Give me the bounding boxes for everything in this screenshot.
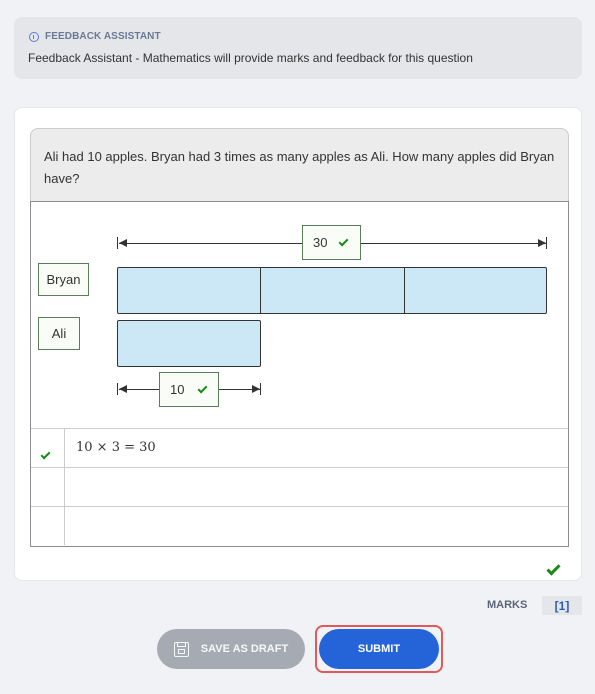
check-icon xyxy=(198,383,208,393)
marks-label: MARKS xyxy=(487,599,528,611)
row-gutter xyxy=(64,429,65,467)
ali-value: 10 xyxy=(170,382,185,397)
working-row[interactable]: 10 × 3 = 30 xyxy=(31,428,568,467)
bryan-label[interactable]: Bryan xyxy=(38,263,89,296)
check-icon xyxy=(546,561,561,576)
check-icon xyxy=(40,449,51,460)
ali-value-box[interactable]: 10 xyxy=(159,372,219,407)
submit-label: SUBMIT xyxy=(357,643,401,655)
bryan-dimension-arrow-right xyxy=(538,239,546,247)
feedback-assistant-banner: FEEDBACK ASSISTANT Feedback Assistant - … xyxy=(14,17,582,79)
info-icon xyxy=(29,31,39,42)
working-area[interactable]: 30 Bryan Ali 10 10 × 3 = 30 xyxy=(30,201,569,547)
marks-value: [1] xyxy=(542,596,582,615)
save-as-draft-label: SAVE AS DRAFT xyxy=(200,643,289,655)
working-row[interactable] xyxy=(31,506,568,545)
row-gutter xyxy=(64,468,65,506)
save-as-draft-button[interactable]: SAVE AS DRAFT xyxy=(157,629,305,669)
feedback-assistant-title: FEEDBACK ASSISTANT xyxy=(45,31,161,42)
bryan-dimension-tick-right xyxy=(546,237,548,249)
question-text: Ali had 10 apples. Bryan had 3 times as … xyxy=(30,128,569,202)
submit-button[interactable]: SUBMIT xyxy=(319,629,439,669)
feedback-assistant-description: Feedback Assistant - Mathematics will pr… xyxy=(28,51,473,65)
ali-label[interactable]: Ali xyxy=(38,317,80,350)
working-row-text: 10 × 3 = 30 xyxy=(76,440,156,455)
question-card: Ali had 10 apples. Bryan had 3 times as … xyxy=(14,107,582,581)
bryan-bar[interactable] xyxy=(117,267,547,314)
bryan-bar-divider xyxy=(260,268,262,313)
ali-bar[interactable] xyxy=(117,320,261,367)
ali-dimension-arrow-right xyxy=(252,385,260,393)
bryan-label-text: Bryan xyxy=(46,272,81,287)
check-icon xyxy=(339,236,349,246)
bryan-bar-divider xyxy=(404,268,406,313)
bryan-total-value: 30 xyxy=(313,235,328,250)
ali-label-text: Ali xyxy=(51,326,67,341)
row-gutter xyxy=(64,507,65,545)
row-status xyxy=(40,444,51,462)
question-correct-indicator xyxy=(546,559,561,577)
feedback-assistant-header: FEEDBACK ASSISTANT xyxy=(29,31,161,42)
save-icon xyxy=(173,641,189,657)
bryan-total-box[interactable]: 30 xyxy=(302,225,361,260)
ali-dimension-tick-right xyxy=(260,383,262,395)
working-row[interactable] xyxy=(31,467,568,506)
